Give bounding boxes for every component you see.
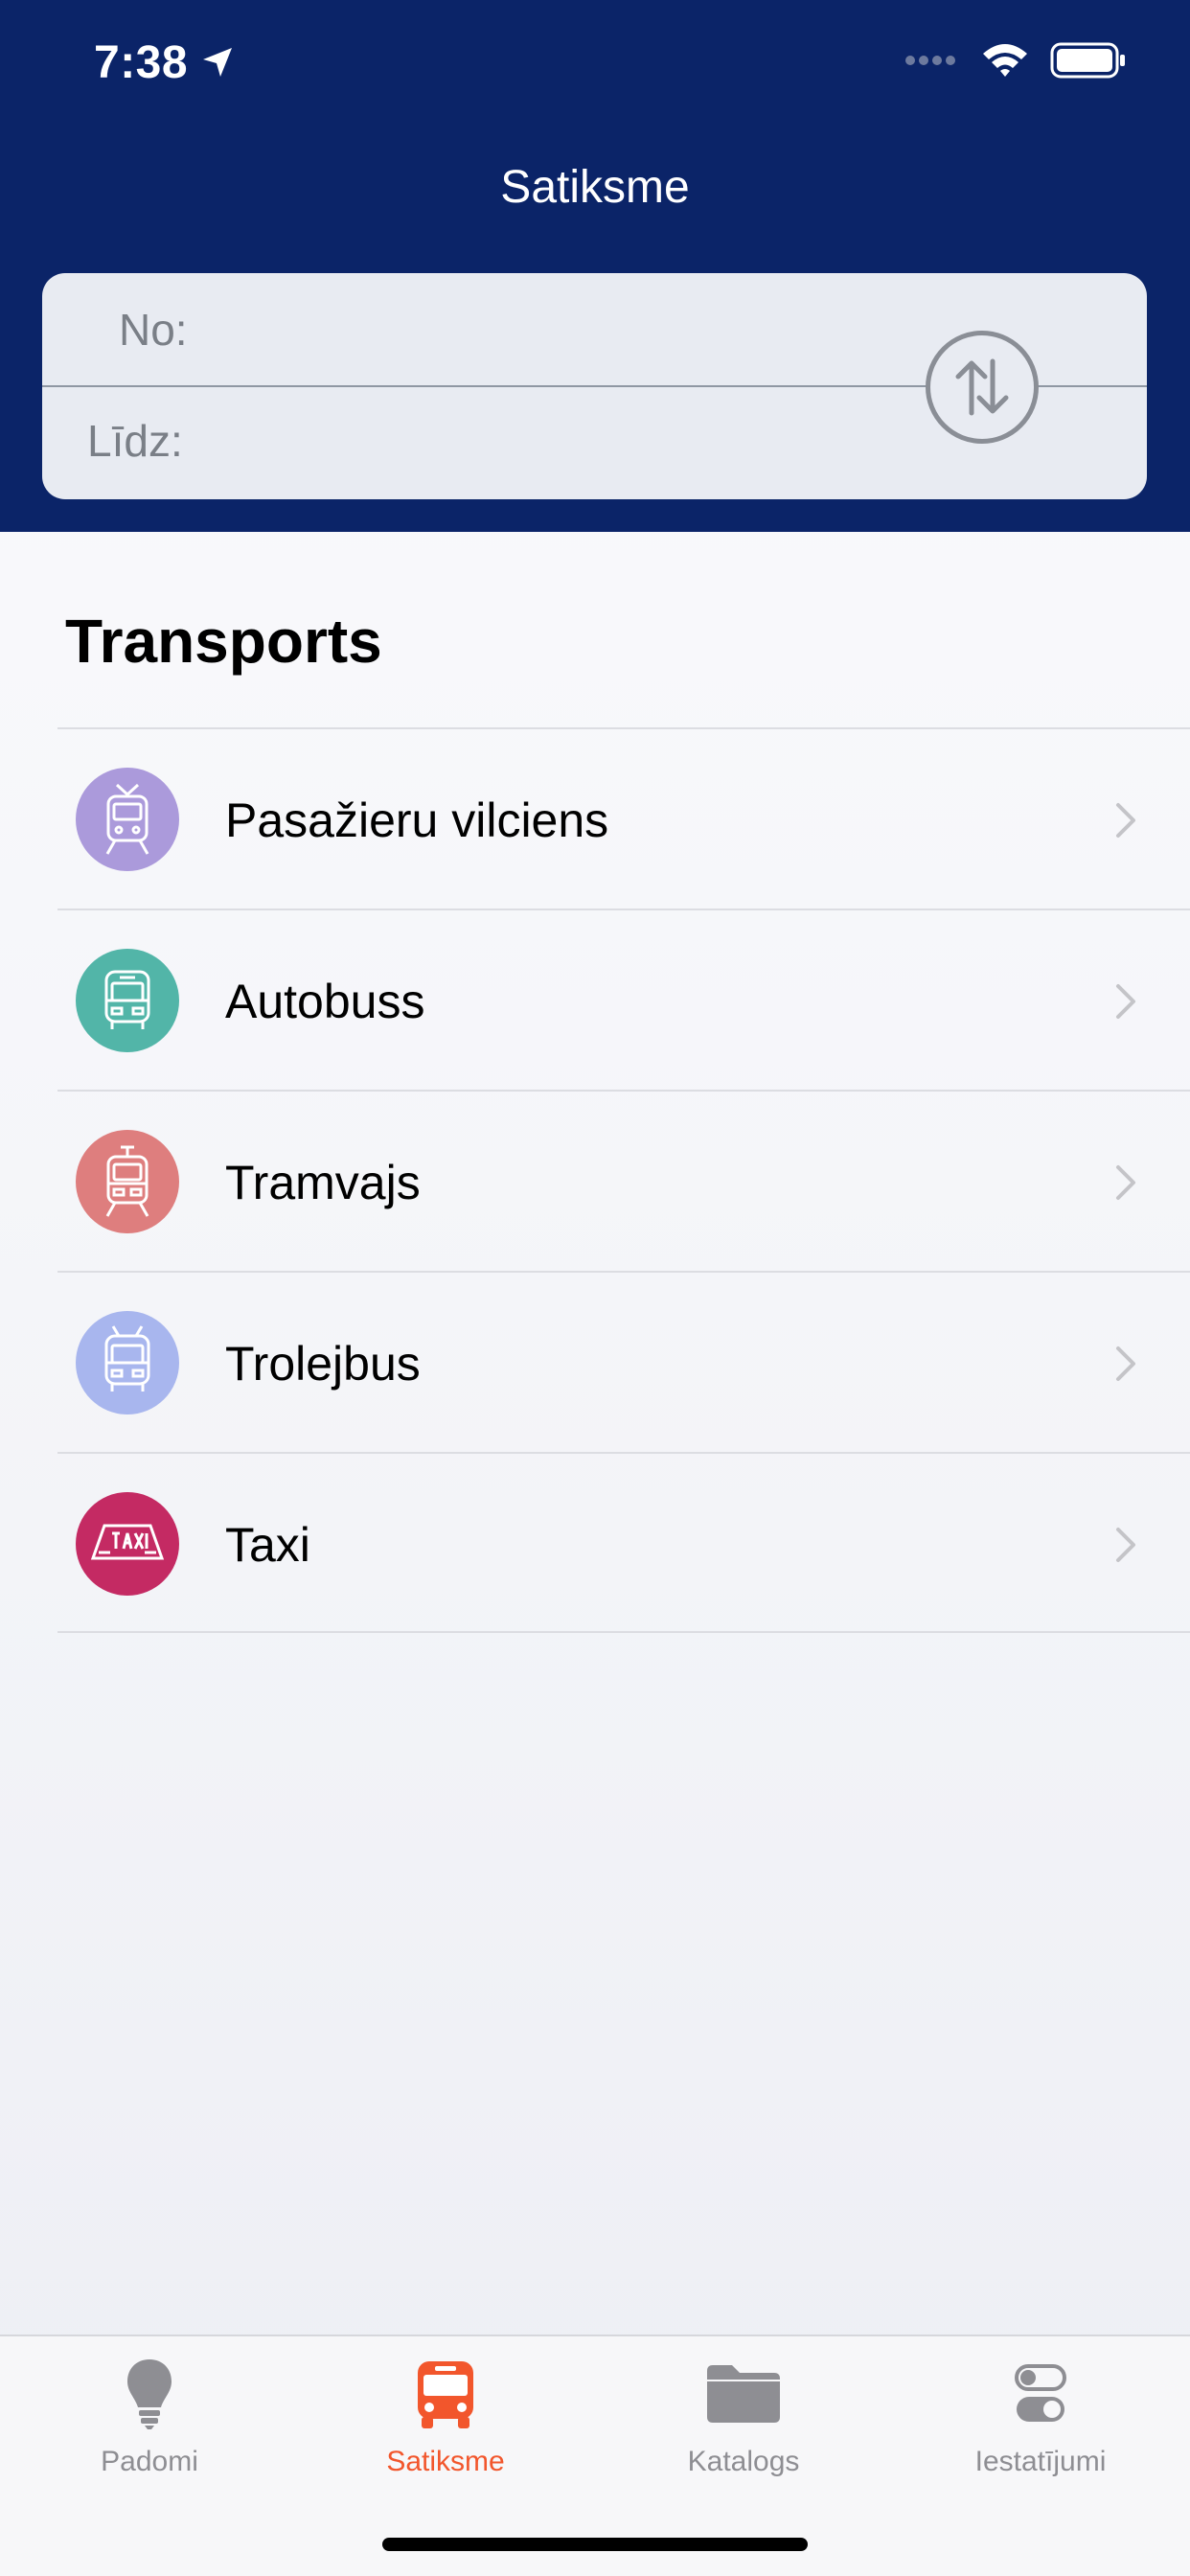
bus-icon: [418, 2361, 473, 2428]
list-item-taxi[interactable]: Taxi: [57, 1452, 1190, 1633]
chevron-right-icon: [1116, 803, 1135, 838]
folder-icon: [707, 2365, 780, 2423]
taxi-icon: [76, 1492, 179, 1596]
lightbulb-icon: [127, 2359, 172, 2429]
app-header: 7:38 Satiksme No: Līdz:: [0, 0, 1190, 532]
battery-icon: [1050, 42, 1125, 79]
train-icon: [76, 768, 179, 871]
item-label: Autobuss: [225, 975, 425, 1028]
chevron-right-icon: [1116, 984, 1135, 1019]
tab-padomi[interactable]: Padomi: [34, 2356, 264, 2478]
status-indicators: [904, 42, 1127, 79]
tab-katalogs[interactable]: Katalogs: [629, 2356, 858, 2478]
item-label: Taxi: [225, 1518, 310, 1572]
page-title: Satiksme: [500, 162, 690, 213]
tab-iestatijumi[interactable]: Iestatījumi: [926, 2356, 1156, 2478]
transport-list: Pasažieru vilciens Autobuss Tramvajs Tro…: [57, 727, 1190, 1633]
section-title: Transports: [65, 607, 382, 676]
list-item-bus[interactable]: Autobuss: [57, 908, 1190, 1090]
list-item-tram[interactable]: Tramvajs: [57, 1090, 1190, 1271]
swap-arrows-icon: [955, 358, 1009, 416]
chevron-right-icon: [1116, 1165, 1135, 1200]
chevron-right-icon: [1116, 1528, 1135, 1562]
tab-label: Satiksme: [386, 2446, 505, 2477]
to-field[interactable]: Līdz:: [87, 415, 183, 467]
tab-label: Iestatījumi: [974, 2446, 1107, 2477]
route-card: No: Līdz:: [42, 273, 1147, 499]
item-label: Trolejbus: [225, 1337, 421, 1391]
toggle-icon: [1015, 2364, 1066, 2422]
status-time: 7:38: [94, 37, 189, 88]
item-label: Tramvajs: [225, 1156, 421, 1209]
item-label: Pasažieru vilciens: [225, 794, 609, 847]
from-field[interactable]: No:: [119, 304, 188, 356]
tram-icon: [76, 1130, 179, 1233]
home-indicator: [382, 2538, 808, 2551]
tab-label: Katalogs: [687, 2446, 800, 2477]
tab-satiksme[interactable]: Satiksme: [331, 2356, 561, 2478]
bus-icon: [76, 949, 179, 1052]
location-arrow-icon: [203, 48, 232, 77]
list-item-trolleybus[interactable]: Trolejbus: [57, 1271, 1190, 1452]
list-item-train[interactable]: Pasažieru vilciens: [57, 727, 1190, 908]
tab-label: Padomi: [101, 2446, 198, 2477]
trolleybus-icon: [76, 1311, 179, 1414]
signal-icon: [905, 56, 955, 65]
chevron-right-icon: [1116, 1346, 1135, 1381]
wifi-icon: [983, 44, 1027, 77]
swap-button[interactable]: [926, 331, 1039, 444]
